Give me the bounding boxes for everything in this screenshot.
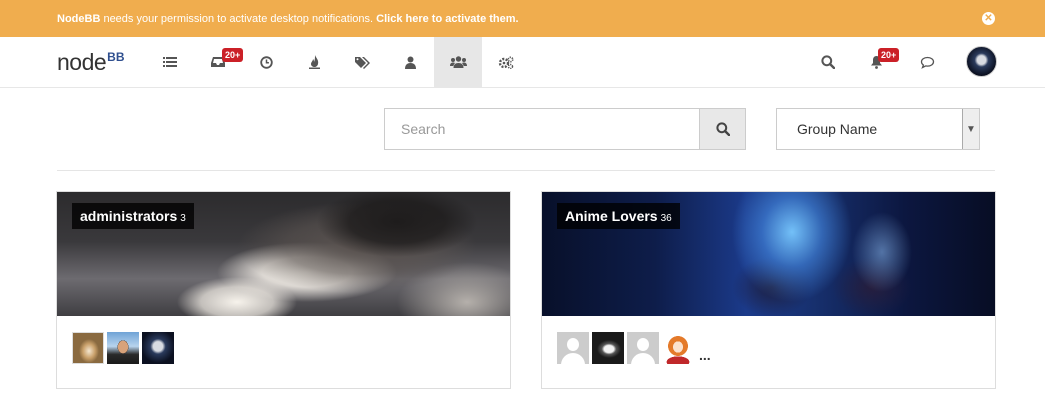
nav-groups[interactable] [434, 37, 482, 87]
sort-selected-value: Group Name [797, 121, 878, 137]
divider [57, 170, 995, 171]
user-icon [404, 56, 416, 69]
times-circle-icon[interactable]: ✕ [982, 12, 995, 25]
nav-admin[interactable] [482, 37, 530, 87]
comment-icon [920, 56, 934, 69]
nav-users[interactable] [386, 37, 434, 87]
nav-popular[interactable] [290, 37, 338, 87]
nav-search[interactable] [804, 37, 852, 87]
member-avatar[interactable] [662, 332, 694, 364]
group-card-administrators[interactable]: administrators 3 [56, 191, 511, 389]
group-card-anime-lovers[interactable]: Anime Lovers 36 ... [541, 191, 996, 389]
search-button[interactable] [699, 108, 746, 150]
member-count: 36 [660, 213, 672, 224]
nodebb-logo[interactable]: nodeBB [57, 49, 125, 76]
member-list [72, 332, 174, 364]
group-cover-image: administrators 3 [57, 192, 510, 316]
fire-icon [308, 55, 320, 69]
search-icon [715, 122, 730, 136]
sort-select[interactable]: Group Name ▼ [776, 108, 980, 150]
more-members-indicator[interactable]: ... [699, 346, 711, 364]
member-avatar[interactable] [142, 332, 174, 364]
tags-icon [354, 56, 370, 69]
nav-unread[interactable]: 20+ [194, 37, 244, 87]
search-icon [821, 55, 835, 69]
member-count: 3 [180, 213, 186, 224]
group-name: Anime Lovers [565, 208, 658, 224]
notifications-badge: 20+ [878, 48, 900, 62]
logo-text: node [57, 49, 107, 75]
users-icon [449, 56, 467, 68]
group-title: administrators 3 [72, 203, 194, 229]
search-input[interactable] [384, 108, 699, 150]
clock-icon [259, 55, 273, 69]
member-avatar[interactable] [557, 332, 589, 364]
cogs-icon [498, 55, 514, 69]
user-avatar[interactable] [966, 46, 997, 77]
main-navbar: nodeBB 20+ 20+ [0, 37, 1045, 88]
desktop-notification-banner[interactable]: NodeBB needs your permission to activate… [0, 0, 1045, 37]
nav-categories[interactable] [146, 37, 194, 87]
banner-brand: NodeBB [57, 12, 101, 25]
nav-chats[interactable] [903, 37, 951, 87]
nav-tags[interactable] [338, 37, 386, 87]
group-title: Anime Lovers 36 [557, 203, 680, 229]
chevron-down-icon[interactable]: ▼ [962, 109, 979, 149]
banner-activate-link[interactable]: Click here to activate them. [376, 13, 518, 25]
group-cover-image: Anime Lovers 36 [542, 192, 995, 316]
unread-badge: 20+ [222, 48, 244, 62]
logo-suffix: BB [107, 50, 125, 64]
nav-notifications[interactable]: 20+ [852, 37, 900, 87]
member-avatar[interactable] [72, 332, 104, 364]
member-list: ... [557, 332, 711, 364]
group-name: administrators [80, 208, 178, 224]
banner-message: needs your permission to activate deskto… [100, 12, 377, 25]
group-search [384, 108, 746, 150]
member-avatar[interactable] [592, 332, 624, 364]
member-avatar[interactable] [107, 332, 139, 364]
member-avatar[interactable] [627, 332, 659, 364]
nav-recent[interactable] [242, 37, 290, 87]
list-icon [163, 57, 177, 67]
